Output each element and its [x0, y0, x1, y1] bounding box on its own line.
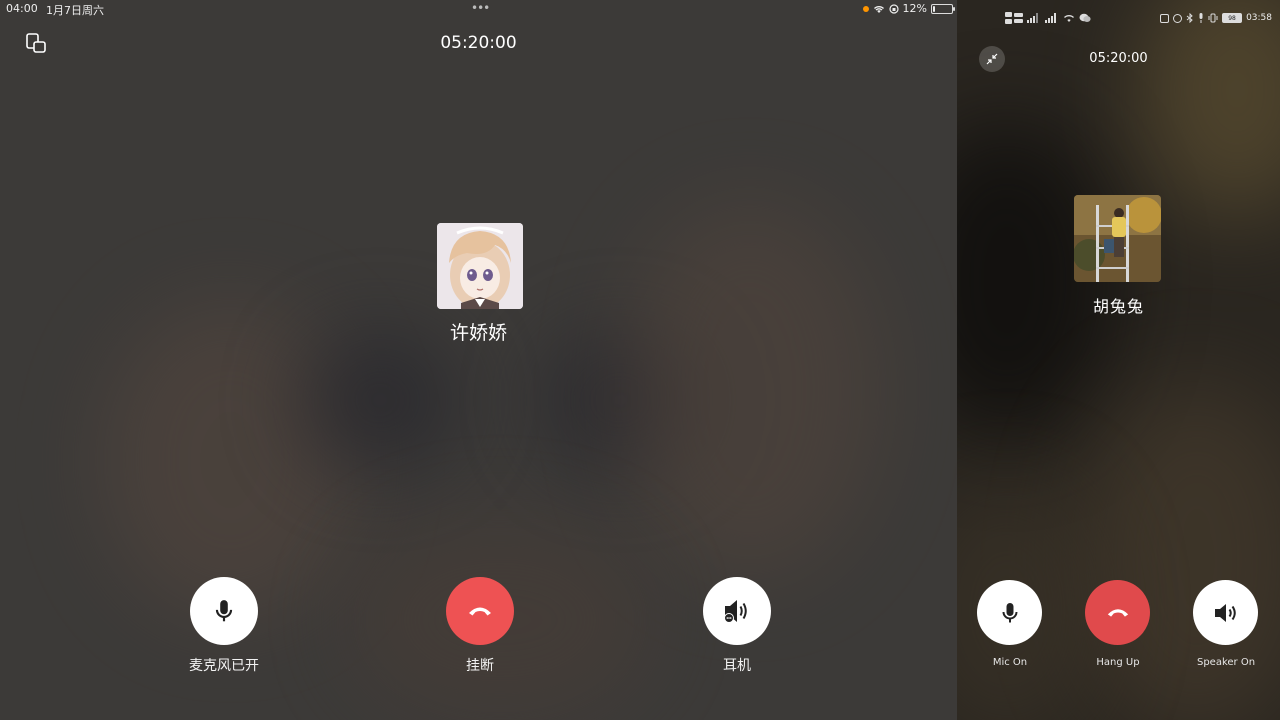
phone-status-icons: 98 03:58	[1160, 13, 1272, 23]
call-timer: 05:20:00	[440, 33, 517, 53]
status-time: 04:00	[6, 2, 38, 15]
microphone-icon	[1002, 602, 1017, 622]
hangup-icon	[469, 607, 491, 616]
phone-call-timer: 05:20:00	[1089, 51, 1148, 66]
nfc-icon	[1160, 13, 1170, 23]
phone-speaker-button[interactable]	[1193, 580, 1258, 645]
status-icons: 12%	[862, 2, 955, 15]
hd-icon	[1005, 12, 1023, 24]
multitask-dots[interactable]: •••	[471, 1, 490, 15]
vibrate-icon	[1208, 13, 1218, 23]
wechat-icon	[1079, 13, 1091, 22]
alarm-icon	[1173, 13, 1183, 23]
contact-avatar	[437, 223, 523, 309]
cell-signal-icon	[1027, 13, 1038, 23]
phone-mic-button[interactable]	[977, 580, 1042, 645]
battery-icon	[931, 3, 955, 14]
status-date: 1月7日周六	[46, 4, 104, 17]
orientation-lock-icon	[888, 3, 899, 14]
phone-status-bar: 98 03:58	[957, 0, 1280, 40]
cell-signal-icon	[1045, 13, 1056, 23]
phone-contact-name: 胡兔兔	[1092, 297, 1144, 316]
audio-output-button[interactable]	[703, 577, 771, 645]
background-blur	[300, 330, 460, 470]
mic-indicator-icon	[862, 5, 869, 12]
speaker-headphone-icon	[724, 600, 747, 623]
wifi-icon	[1064, 15, 1074, 22]
phone-call-screen: 98 03:58 05:20:00 胡兔兔 Mic On Hang Up Spe…	[957, 0, 1280, 720]
wifi-icon	[873, 5, 884, 13]
hangup-label: 挂断	[466, 658, 494, 674]
background-blur	[620, 200, 880, 580]
mic-label: 麦克风已开	[189, 658, 259, 674]
phone-speaker-label: Speaker On	[1196, 657, 1256, 668]
background-blur	[1077, 380, 1280, 720]
speaker-icon	[1214, 603, 1236, 622]
status-bar: 04:00 1月7日周六 ••• 12%	[0, 0, 957, 18]
hangup-button[interactable]	[446, 577, 514, 645]
mic-button[interactable]	[190, 577, 258, 645]
phone-hangup-button[interactable]	[1085, 580, 1150, 645]
phone-battery-icon: 98	[1222, 13, 1243, 23]
microphone-icon	[215, 600, 233, 622]
phone-hangup-label: Hang Up	[1096, 657, 1140, 668]
contact-name: 许娇娇	[449, 322, 507, 344]
photo-avatar-image	[1074, 195, 1161, 282]
anime-avatar-image	[437, 223, 523, 309]
hangup-icon	[1107, 609, 1128, 617]
tablet-call-screen: 04:00 1月7日周六 ••• 12% 05:20:00 许娇娇 麦克风已开 …	[0, 0, 957, 720]
signal-icons	[1005, 12, 1091, 24]
bluetooth-icon	[1186, 13, 1193, 23]
audio-output-label: 耳机	[723, 658, 751, 674]
phone-status-time: 03:58	[1246, 13, 1272, 23]
mic-status-icon	[1199, 13, 1203, 23]
background-blur	[100, 300, 360, 620]
phone-mic-label: Mic On	[992, 657, 1028, 668]
battery-percent: 12%	[902, 2, 927, 15]
phone-contact-avatar	[1074, 195, 1161, 282]
